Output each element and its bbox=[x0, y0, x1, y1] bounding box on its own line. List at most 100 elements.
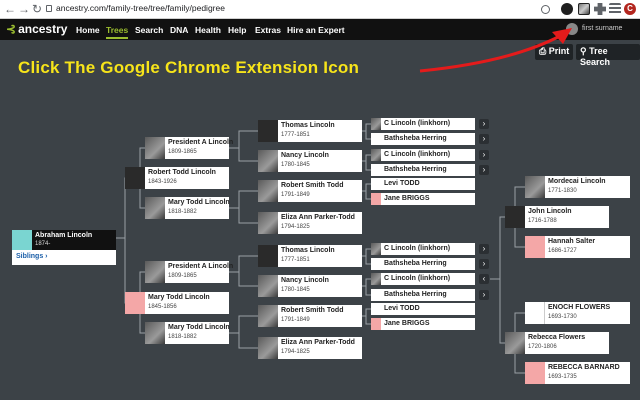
person-dates: 1686-1727 bbox=[548, 248, 577, 254]
expand-arrow-icon[interactable]: › bbox=[479, 290, 489, 300]
person-dates: 1780-1845 bbox=[281, 287, 310, 293]
person-name: Bathsheba Herring bbox=[384, 260, 447, 267]
person-name: Nancy Lincoln bbox=[281, 277, 329, 284]
person-photo bbox=[258, 245, 278, 267]
person-name: Rebecca Flowers bbox=[528, 334, 586, 341]
person-card[interactable]: C Lincoln (linkhorn) bbox=[371, 273, 475, 285]
person-card[interactable]: Thomas Lincoln 1777-1851 bbox=[258, 120, 362, 142]
person-name: Hannah Salter bbox=[548, 238, 596, 245]
person-photo bbox=[258, 305, 278, 327]
person-dates: 1720-1806 bbox=[528, 344, 557, 350]
person-name: Bathsheba Herring bbox=[384, 166, 447, 173]
person-card[interactable]: Bathsheba Herring bbox=[371, 164, 475, 176]
person-photo bbox=[258, 275, 278, 297]
person-photo bbox=[258, 337, 278, 359]
person-photo bbox=[371, 243, 381, 255]
person-photo bbox=[258, 212, 278, 234]
person-name: C Lincoln (linkhorn) bbox=[384, 120, 451, 127]
person-dates: 1794-1825 bbox=[281, 349, 310, 355]
person-silhouette-icon bbox=[371, 318, 381, 330]
person-card[interactable]: Mary Todd Lincoln 1845-1856 bbox=[125, 292, 229, 314]
person-name: Thomas Lincoln bbox=[281, 122, 335, 129]
person-card[interactable]: Bathsheba Herring bbox=[371, 133, 475, 145]
person-photo bbox=[371, 164, 381, 176]
person-photo bbox=[371, 273, 381, 285]
person-photo bbox=[145, 197, 165, 219]
collapse-arrow-icon[interactable]: ‹ bbox=[479, 274, 489, 284]
person-card[interactable]: Rebecca Flowers 1720-1806 bbox=[505, 332, 609, 354]
person-card[interactable]: ENOCH FLOWERS 1693-1730 bbox=[525, 302, 630, 324]
person-card[interactable]: Nancy Lincoln 1780-1845 bbox=[258, 275, 362, 297]
person-dates: 1845-1856 bbox=[148, 304, 177, 310]
expand-arrow-icon[interactable]: › bbox=[479, 259, 489, 269]
person-photo bbox=[258, 120, 278, 142]
person-card[interactable]: Levi TODD bbox=[371, 178, 475, 190]
person-card[interactable]: Nancy Lincoln 1780-1845 bbox=[258, 150, 362, 172]
person-name: Robert Smith Todd bbox=[281, 182, 344, 189]
person-photo bbox=[371, 258, 381, 270]
person-name: Eliza Ann Parker-Todd bbox=[281, 339, 355, 346]
person-name: Nancy Lincoln bbox=[281, 152, 329, 159]
person-name: President A Lincoln bbox=[168, 139, 234, 146]
person-photo bbox=[525, 176, 545, 198]
person-name: C Lincoln (linkhorn) bbox=[384, 245, 451, 252]
person-card[interactable]: John Lincoln 1716-1788 bbox=[505, 206, 609, 228]
person-card[interactable]: Robert Todd Lincoln 1843-1926 bbox=[125, 167, 229, 189]
siblings-link[interactable]: Siblings › bbox=[16, 253, 48, 260]
person-card[interactable]: Jane BRIGGS bbox=[371, 318, 475, 330]
person-dates: 1809-1865 bbox=[168, 149, 197, 155]
person-dates: 1693-1730 bbox=[548, 314, 577, 320]
person-photo bbox=[145, 137, 165, 159]
person-name: C Lincoln (linkhorn) bbox=[384, 151, 451, 158]
person-card[interactable]: C Lincoln (linkhorn) bbox=[371, 149, 475, 161]
person-card[interactable]: Jane BRIGGS bbox=[371, 193, 475, 205]
person-dates: 1777-1851 bbox=[281, 257, 310, 263]
person-dates: 1809-1865 bbox=[168, 273, 197, 279]
person-name: Thomas Lincoln bbox=[281, 247, 335, 254]
person-name: Mary Todd Lincoln bbox=[168, 324, 230, 331]
person-card[interactable]: C Lincoln (linkhorn) bbox=[371, 118, 475, 130]
person-dates: 1716-1788 bbox=[528, 218, 557, 224]
person-dates: 1771-1830 bbox=[548, 188, 577, 194]
person-photo bbox=[371, 303, 381, 315]
person-card[interactable]: Robert Smith Todd 1791-1849 bbox=[258, 180, 362, 202]
person-name: Robert Smith Todd bbox=[281, 307, 344, 314]
person-card[interactable]: Eliza Ann Parker-Todd 1794-1825 bbox=[258, 337, 362, 359]
person-card[interactable]: Bathsheba Herring bbox=[371, 258, 475, 270]
person-card[interactable]: Mary Todd Lincoln 1818-1882 bbox=[145, 322, 230, 344]
person-silhouette-icon bbox=[125, 292, 145, 314]
person-card[interactable]: Robert Smith Todd 1791-1849 bbox=[258, 305, 362, 327]
person-silhouette-icon bbox=[525, 362, 545, 384]
expand-arrow-icon[interactable]: › bbox=[479, 150, 489, 160]
person-card[interactable]: Bathsheba Herring bbox=[371, 289, 475, 301]
focus-person-card[interactable]: Abraham Lincoln 1874- Siblings › bbox=[12, 230, 116, 265]
person-photo bbox=[525, 302, 545, 324]
person-photo bbox=[505, 206, 525, 228]
person-photo bbox=[258, 150, 278, 172]
person-card[interactable]: Hannah Salter 1686-1727 bbox=[525, 236, 630, 258]
person-name: John Lincoln bbox=[528, 208, 572, 215]
person-name: Bathsheba Herring bbox=[384, 291, 447, 298]
person-name: Mary Todd Lincoln bbox=[168, 199, 230, 206]
expand-arrow-icon[interactable]: › bbox=[479, 244, 489, 254]
expand-arrow-icon[interactable]: › bbox=[479, 119, 489, 129]
person-photo bbox=[145, 322, 165, 344]
person-card[interactable]: President A Lincoln 1809-1865 bbox=[145, 137, 233, 159]
person-card[interactable]: C Lincoln (linkhorn) bbox=[371, 243, 475, 255]
person-card[interactable]: REBECCA BARNARD 1693-1735 bbox=[525, 362, 630, 384]
person-card[interactable]: Levi TODD bbox=[371, 303, 475, 315]
person-photo bbox=[371, 178, 381, 190]
person-name: Levi TODD bbox=[384, 180, 420, 187]
person-card[interactable]: Thomas Lincoln 1777-1851 bbox=[258, 245, 362, 267]
expand-arrow-icon[interactable]: › bbox=[479, 165, 489, 175]
person-card[interactable]: Eliza Ann Parker-Todd 1794-1825 bbox=[258, 212, 362, 234]
person-photo bbox=[145, 261, 165, 283]
person-card[interactable]: President A Lincoln 1809-1865 bbox=[145, 261, 233, 283]
expand-arrow-icon[interactable]: › bbox=[479, 134, 489, 144]
person-photo bbox=[371, 289, 381, 301]
person-dates: 1791-1849 bbox=[281, 317, 310, 323]
person-photo bbox=[258, 180, 278, 202]
person-silhouette-icon bbox=[12, 230, 32, 250]
person-card[interactable]: Mordecai Lincoln 1771-1830 bbox=[525, 176, 630, 198]
person-card[interactable]: Mary Todd Lincoln 1818-1882 bbox=[145, 197, 230, 219]
